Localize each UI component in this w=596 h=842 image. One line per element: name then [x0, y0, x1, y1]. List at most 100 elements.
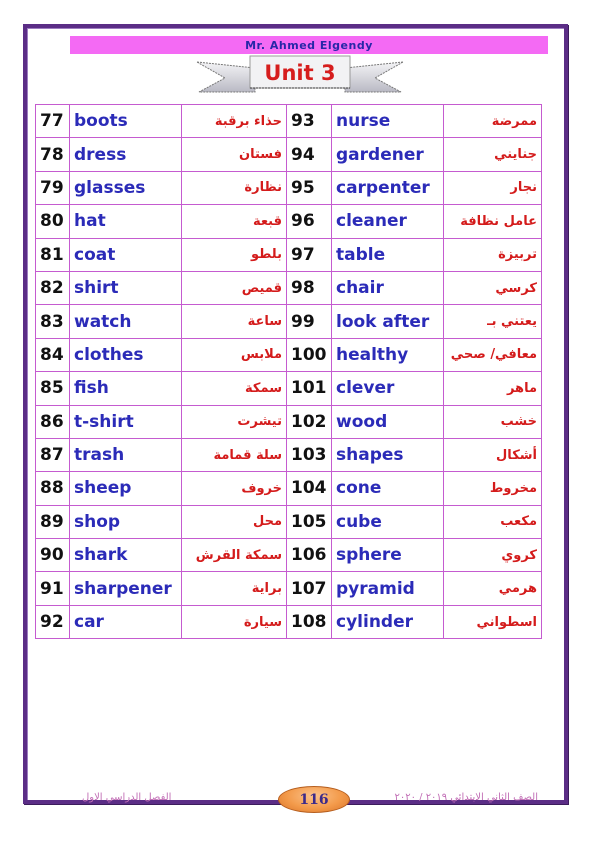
arabic-meaning: جنايني: [443, 137, 542, 172]
arabic-meaning: خروف: [181, 471, 287, 506]
table-row: 80 hat قبعة 96 cleaner عامل نظافة: [35, 204, 542, 239]
english-word: shop: [69, 504, 182, 540]
arabic-meaning: قبعة: [181, 204, 287, 239]
arabic-meaning: عامل نظافة: [443, 204, 542, 239]
word-number: 103: [286, 437, 332, 473]
arabic-meaning: ملابس: [181, 337, 287, 373]
vocabulary-table: 77 boots حذاء برقبة 93 nurse ممرضة 78 dress فستا…: [35, 103, 542, 640]
english-word: sharpener: [69, 571, 182, 606]
table-row: 92 car سيارة 108 cylinder اسطواني: [35, 604, 542, 640]
word-number: 77: [35, 103, 70, 139]
english-word: dress: [69, 137, 182, 172]
table-row: 83 watch ساعة 99 look after يعتني بـ: [35, 304, 542, 339]
english-word: coat: [69, 237, 182, 272]
word-number: 78: [35, 137, 70, 172]
english-word: glasses: [69, 170, 182, 206]
english-word: cylinder: [331, 604, 444, 640]
word-number: 102: [286, 404, 332, 439]
arabic-meaning: فستان: [181, 137, 287, 172]
word-number: 83: [35, 304, 70, 339]
word-number: 101: [286, 371, 332, 406]
english-word: sheep: [69, 471, 182, 506]
english-word: clothes: [69, 337, 182, 373]
word-number: 87: [35, 437, 70, 473]
english-word: boots: [69, 103, 182, 139]
table-row: 91 sharpener براية 107 pyramid هرمي: [35, 571, 542, 606]
table-row: 79 glasses نظارة 95 carpenter نجار: [35, 170, 542, 206]
table-row: 78 dress فستان 94 gardener جنايني: [35, 137, 542, 172]
word-number: 79: [35, 170, 70, 206]
arabic-meaning: نجار: [443, 170, 542, 206]
word-number: 80: [35, 204, 70, 239]
arabic-meaning: ممرضة: [443, 103, 542, 139]
english-word: fish: [69, 371, 182, 406]
english-word: table: [331, 237, 444, 272]
word-number: 88: [35, 471, 70, 506]
table-row: 86 t-shirt تيشرت 102 wood خشب: [35, 404, 542, 439]
arabic-meaning: ساعة: [181, 304, 287, 339]
table-row: 81 coat بلطو 97 table تربيزة: [35, 237, 542, 272]
word-number: 92: [35, 604, 70, 640]
english-word: look after: [331, 304, 444, 339]
arabic-meaning: حذاء برقبة: [181, 103, 287, 139]
english-word: wood: [331, 404, 444, 439]
arabic-meaning: ماهر: [443, 371, 542, 406]
author-header-bar: Mr. Ahmed Elgendy: [70, 36, 548, 54]
arabic-meaning: يعتني بـ: [443, 304, 542, 339]
table-row: 89 shop محل 105 cube مكعب: [35, 504, 542, 540]
arabic-meaning: اسطواني: [443, 604, 542, 640]
arabic-meaning: سيارة: [181, 604, 287, 640]
arabic-meaning: مكعب: [443, 504, 542, 540]
word-number: 105: [286, 504, 332, 540]
english-word: carpenter: [331, 170, 444, 206]
arabic-meaning: هرمي: [443, 571, 542, 606]
table-row: 87 trash سلة قمامة 103 shapes أشكال: [35, 437, 542, 473]
english-word: cone: [331, 471, 444, 506]
english-word: trash: [69, 437, 182, 473]
word-number: 90: [35, 538, 70, 573]
arabic-meaning: نظارة: [181, 170, 287, 206]
arabic-meaning: بلطو: [181, 237, 287, 272]
english-word: sphere: [331, 538, 444, 573]
arabic-meaning: معافي/ صحي: [443, 337, 542, 373]
word-number: 107: [286, 571, 332, 606]
word-number: 97: [286, 237, 332, 272]
word-number: 104: [286, 471, 332, 506]
english-word: clever: [331, 371, 444, 406]
word-number: 108: [286, 604, 332, 640]
table-row: 84 clothes ملابس 100 healthy معافي/ صحي: [35, 337, 542, 373]
english-word: t-shirt: [69, 404, 182, 439]
unit-title: Unit 3: [264, 61, 336, 85]
word-number: 85: [35, 371, 70, 406]
arabic-meaning: خشب: [443, 404, 542, 439]
english-word: cleaner: [331, 204, 444, 239]
arabic-meaning: براية: [181, 571, 287, 606]
arabic-meaning: كرسي: [443, 270, 542, 306]
table-row: 88 sheep خروف 104 cone مخروط: [35, 471, 542, 506]
word-number: 89: [35, 504, 70, 540]
arabic-meaning: قميص: [181, 270, 287, 306]
word-number: 100: [286, 337, 332, 373]
word-number: 84: [35, 337, 70, 373]
english-word: car: [69, 604, 182, 640]
english-word: shapes: [331, 437, 444, 473]
english-word: hat: [69, 204, 182, 239]
footer-grade-year: الصف الثاني الابتدائي ٢٠١٩ / ٢٠٢٠: [394, 792, 538, 803]
word-number: 93: [286, 103, 332, 139]
arabic-meaning: كروي: [443, 538, 542, 573]
word-number: 94: [286, 137, 332, 172]
word-number: 95: [286, 170, 332, 206]
footer-term: الفصل الدراسي الاول: [82, 792, 172, 803]
word-number: 81: [35, 237, 70, 272]
unit-banner: Unit 3: [195, 54, 405, 96]
arabic-meaning: سمكة القرش: [181, 538, 287, 573]
english-word: chair: [331, 270, 444, 306]
arabic-meaning: أشكال: [443, 437, 542, 473]
table-row: 90 shark سمكة القرش 106 sphere كروي: [35, 538, 542, 573]
word-number: 91: [35, 571, 70, 606]
table-row: 77 boots حذاء برقبة 93 nurse ممرضة: [35, 103, 542, 139]
english-word: gardener: [331, 137, 444, 172]
english-word: cube: [331, 504, 444, 540]
word-number: 96: [286, 204, 332, 239]
arabic-meaning: تربيزة: [443, 237, 542, 272]
